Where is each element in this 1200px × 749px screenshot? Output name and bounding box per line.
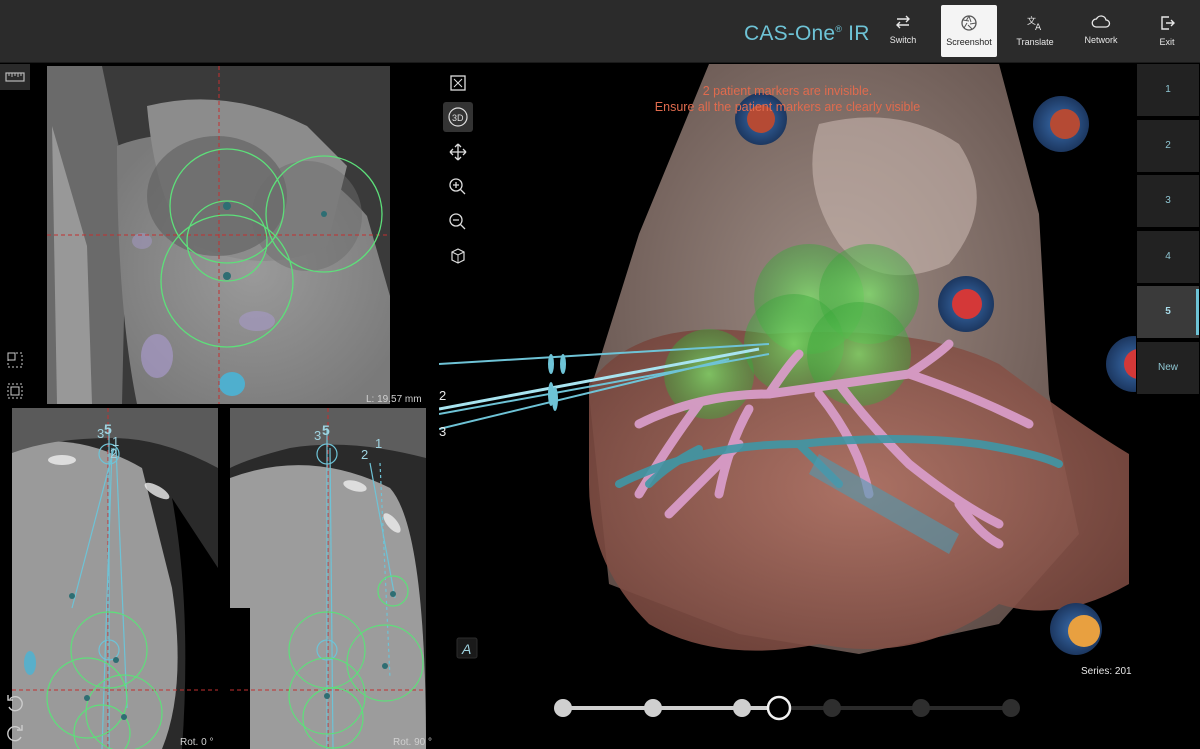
- timeline-step-7[interactable]: [1002, 699, 1020, 717]
- needle-label-1: 1: [375, 436, 382, 451]
- timeline-step-3[interactable]: [733, 699, 751, 717]
- layout-multi-button[interactable]: [2, 378, 28, 404]
- rotation-label-right: Rot. 90 °: [393, 737, 433, 748]
- active-slot-indicator: [1196, 289, 1199, 335]
- reset-view-icon: [450, 75, 466, 91]
- translate-button[interactable]: 文A Translate: [1007, 5, 1063, 57]
- zoom-out-button[interactable]: [443, 207, 473, 237]
- workflow-timeline: [439, 680, 1136, 749]
- zoom-out-icon: [449, 213, 466, 230]
- layout-dotted-multi-icon: [7, 383, 23, 399]
- rotate-cw-icon: [7, 725, 23, 742]
- translate-icon: 文A: [1027, 15, 1042, 32]
- top-toolbar: CAS-One® IR Switch Screenshot 文A Transla…: [0, 0, 1200, 63]
- zoom-in-button[interactable]: [443, 172, 473, 202]
- zoom-in-icon: [449, 178, 466, 195]
- switch-icon: [896, 15, 910, 29]
- exit-icon: [1161, 16, 1175, 30]
- network-button[interactable]: Network: [1073, 5, 1129, 57]
- translate-label: Translate: [1016, 37, 1054, 47]
- trajectory-slot-3[interactable]: 3: [1137, 175, 1199, 227]
- warning-line-2: Ensure all the patient markers are clear…: [654, 100, 921, 114]
- layout-dotted-icon: [7, 352, 23, 368]
- switch-label: Switch: [889, 35, 917, 45]
- svg-text:A: A: [461, 641, 471, 657]
- rotate-right-button[interactable]: [2, 720, 28, 746]
- ruler-icon: [5, 72, 25, 82]
- network-label: Network: [1084, 35, 1118, 45]
- pan-icon: [449, 143, 467, 161]
- needle-label-2: 2: [361, 447, 368, 462]
- timeline-step-1[interactable]: [554, 699, 572, 717]
- 3d-view-icon: 3D: [448, 107, 468, 127]
- camera-aperture-icon: [961, 15, 977, 31]
- rotate-ccw-icon: [7, 695, 23, 712]
- svg-text:3D: 3D: [452, 113, 464, 123]
- new-trajectory-button[interactable]: New: [1137, 342, 1199, 394]
- needle-label-5: 5: [322, 422, 330, 438]
- screenshot-label: Screenshot: [946, 37, 992, 47]
- needle-label-2: 2: [110, 446, 117, 461]
- pan-button[interactable]: [443, 137, 473, 167]
- trajectory-slot-4[interactable]: 4: [1137, 231, 1199, 283]
- ruler-button[interactable]: [0, 64, 30, 90]
- 3d-view-button[interactable]: 3D: [443, 102, 473, 132]
- measurement-label: L: 19.57 mm: [366, 394, 422, 405]
- trajectory-slot-1[interactable]: 1: [1137, 64, 1199, 116]
- 3d-liver-view[interactable]: 2 3 A: [439, 64, 1136, 679]
- coronal-ct-view-rot90[interactable]: 3 5 2 1: [230, 408, 426, 749]
- needle-label-3: 3: [314, 428, 321, 443]
- exit-button[interactable]: Exit: [1139, 5, 1195, 57]
- annotation-icon[interactable]: A: [456, 637, 478, 659]
- rotate-left-button[interactable]: [2, 690, 28, 716]
- axial-ct-view[interactable]: [47, 66, 390, 404]
- screenshot-button[interactable]: Screenshot: [941, 5, 997, 57]
- reset-view-button[interactable]: [443, 68, 473, 98]
- trajectory-slot-5[interactable]: 5: [1137, 286, 1199, 338]
- app-title: CAS-One® IR: [744, 22, 870, 45]
- timeline-step-6[interactable]: [912, 699, 930, 717]
- coronal-ct-view-rot0[interactable]: 3 5 1 2: [12, 408, 218, 749]
- warning-line-1: 2 patient markers are invisible.: [702, 84, 873, 98]
- rotate-cube-button[interactable]: [443, 242, 473, 272]
- needle-label-5: 5: [104, 421, 112, 437]
- exit-label: Exit: [1159, 37, 1175, 47]
- layout-single-button[interactable]: [2, 347, 28, 373]
- trajectory-slot-2[interactable]: 2: [1137, 120, 1199, 172]
- needle-label-3-3d: 3: [439, 424, 446, 439]
- switch-button[interactable]: Switch: [875, 5, 931, 57]
- rotate-cube-icon: [451, 248, 465, 264]
- timeline-step-2[interactable]: [644, 699, 662, 717]
- needle-label-2-3d: 2: [439, 388, 446, 403]
- cloud-icon: [1091, 15, 1111, 28]
- timeline-track: [554, 695, 1020, 721]
- rotation-label-left: Rot. 0 °: [180, 737, 214, 748]
- timeline-step-current[interactable]: [766, 695, 792, 721]
- series-label: Series: 201: [1081, 666, 1132, 677]
- svg-text:A: A: [1035, 23, 1042, 32]
- timeline-step-5[interactable]: [823, 699, 841, 717]
